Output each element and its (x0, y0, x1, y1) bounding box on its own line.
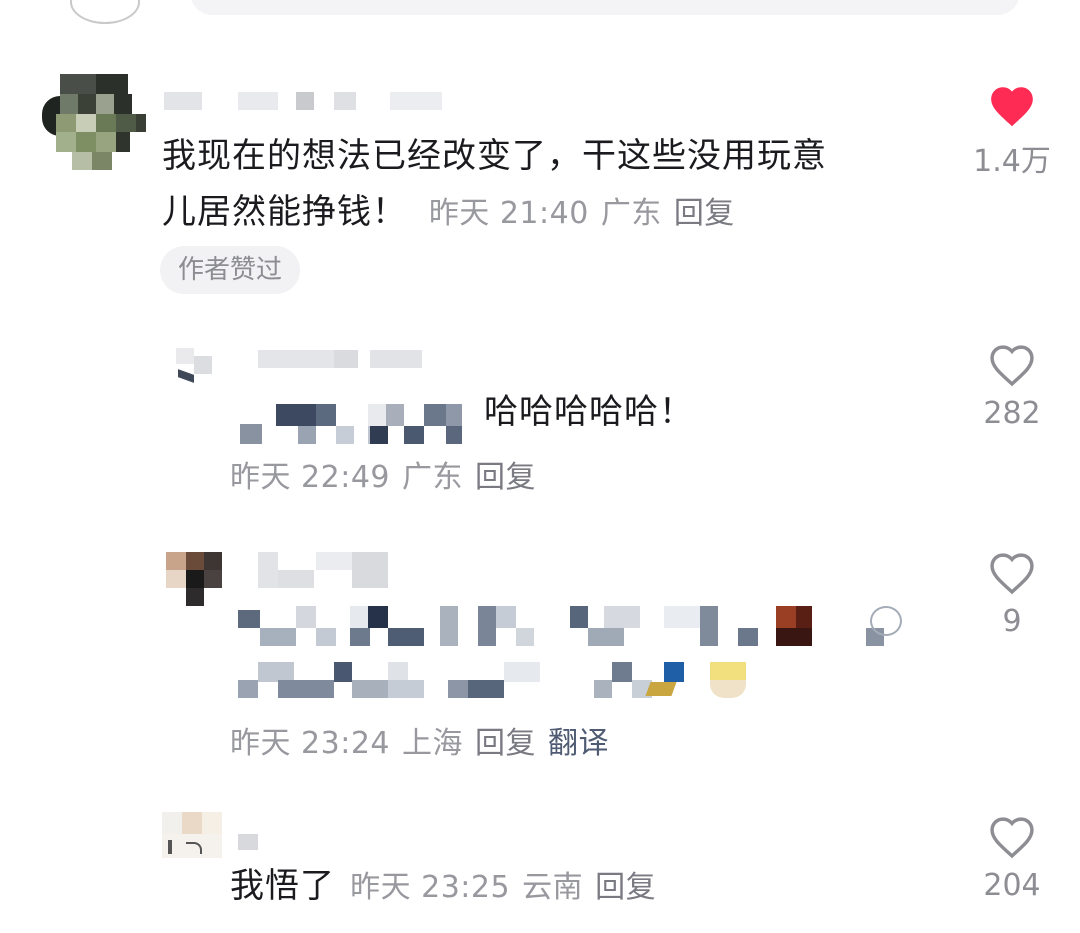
comment-location: 广东 (402, 460, 463, 495)
like-control[interactable]: 1.4万 (972, 82, 1052, 180)
heart-outline-icon[interactable] (972, 340, 1052, 388)
reply-button[interactable]: 回复 (674, 196, 735, 231)
comment-time: 昨天 22:49 (230, 460, 390, 495)
comment-location: 上海 (402, 726, 463, 761)
comment-time: 昨天 21:40 (428, 196, 589, 231)
comment-meta: 昨天 22:49 广东 回复 (230, 452, 548, 496)
comment-meta: 昨天 21:40 广东 回复 (429, 196, 747, 231)
like-control[interactable]: 9 (972, 548, 1052, 639)
avatar[interactable] (160, 812, 224, 862)
username[interactable] (238, 832, 262, 852)
comment-location: 广东 (600, 196, 662, 231)
comment-text-redacted (238, 660, 758, 700)
username[interactable] (258, 348, 428, 370)
comment-location: 云南 (522, 870, 584, 905)
previous-avatar (70, 0, 140, 24)
like-control[interactable]: 282 (972, 340, 1052, 431)
comment-time: 昨天 23:24 (230, 726, 390, 761)
avatar[interactable] (166, 338, 220, 392)
comment-time: 昨天 23:25 (350, 870, 511, 905)
like-count: 9 (1002, 604, 1022, 639)
like-control[interactable]: 204 (972, 812, 1052, 903)
like-count: 1.4万 (973, 144, 1051, 179)
avatar[interactable] (166, 552, 222, 608)
comment-meta: 昨天 23:24 上海 回复 翻译 (230, 718, 621, 762)
reply-button[interactable]: 回复 (475, 726, 536, 761)
comment-text: 我现在的想法已经改变了，干这些没用玩意 儿居然能挣钱！ 昨天 21:40 广东 回复 (162, 128, 952, 242)
heart-filled-icon[interactable] (972, 82, 1052, 128)
heart-outline-icon[interactable] (972, 548, 1052, 596)
comment-text: 我悟了 (230, 866, 335, 906)
like-count: 282 (983, 396, 1041, 431)
mention-text[interactable] (240, 404, 466, 444)
reply-button[interactable]: 回复 (595, 870, 656, 905)
comment-text-line1: 我现在的想法已经改变了，干这些没用玩意 (162, 136, 827, 176)
previous-comment-bubble (190, 0, 1020, 15)
comment-screen: 我现在的想法已经改变了，干这些没用玩意 儿居然能挣钱！ 昨天 21:40 广东 回复… (0, 0, 1080, 933)
username[interactable] (258, 552, 398, 588)
avatar[interactable] (42, 74, 146, 170)
comment-meta: 昨天 23:25 云南 回复 (350, 870, 668, 905)
author-liked-badge: 作者赞过 (160, 246, 301, 294)
like-count: 204 (983, 868, 1041, 903)
comment-row: 我悟了 昨天 23:25 云南 回复 (230, 858, 668, 914)
comment-text-redacted (238, 606, 902, 648)
comment-text: 哈哈哈哈哈！ (484, 392, 694, 432)
username[interactable] (164, 90, 444, 112)
heart-outline-icon[interactable] (972, 812, 1052, 860)
translate-button[interactable]: 翻译 (548, 726, 609, 761)
comment-text-line2: 儿居然能挣钱！ (162, 192, 407, 232)
reply-button[interactable]: 回复 (475, 460, 536, 495)
